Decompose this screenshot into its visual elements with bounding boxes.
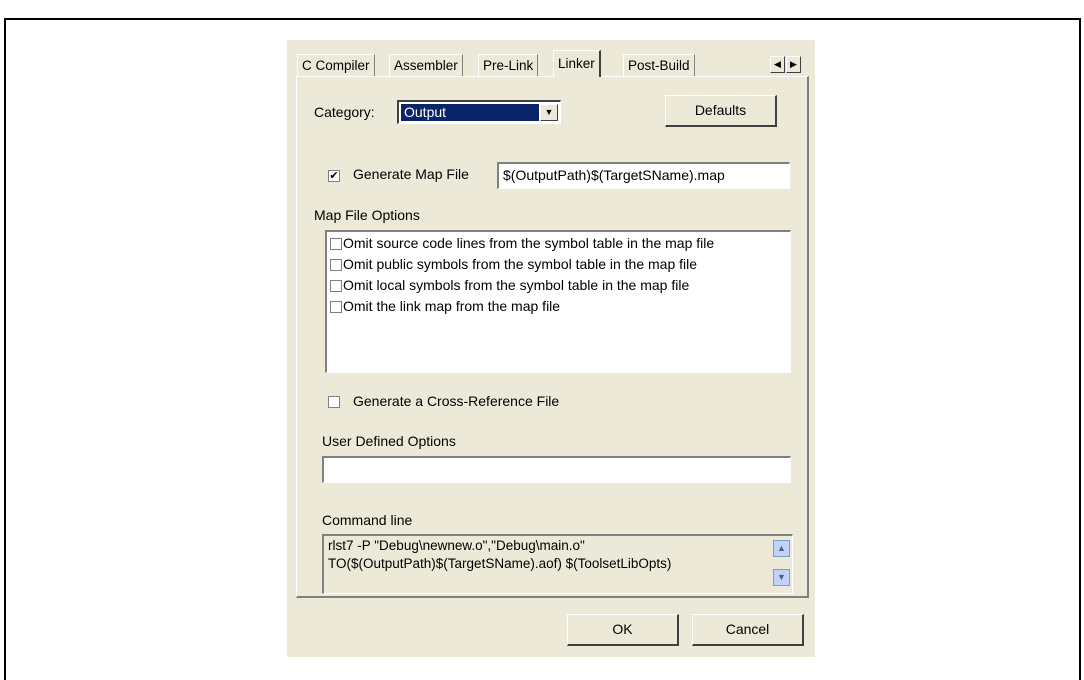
dropdown-arrow-button[interactable]: ▼ (540, 104, 558, 121)
chevron-down-icon: ▼ (777, 572, 786, 582)
map-file-path-input[interactable]: $(OutputPath)$(TargetSName).map (497, 162, 790, 189)
command-line-text-2: TO($(OutputPath)$(TargetSName).aof) $(To… (328, 556, 672, 571)
tab-pre-link[interactable]: Pre-Link (478, 54, 539, 76)
tab-post-build[interactable]: Post-Build (623, 54, 695, 76)
user-defined-options-label: User Defined Options (322, 433, 456, 449)
chevron-down-icon: ▼ (544, 107, 554, 117)
cross-reference-checkbox[interactable] (328, 396, 340, 408)
map-file-options-list: Omit source code lines from the symbol t… (325, 230, 791, 373)
defaults-button[interactable]: Defaults (665, 95, 777, 127)
tab-scroll-left-button[interactable]: ◀ (770, 56, 785, 73)
checkbox[interactable] (330, 301, 342, 313)
command-line-box: rlst7 -P "Debug\newnew.o","Debug\main.o"… (322, 534, 793, 594)
triangle-right-icon: ▶ (790, 59, 797, 69)
list-item-label: Omit the link map from the map file (343, 298, 561, 314)
tab-assembler[interactable]: Assembler (389, 54, 463, 76)
linker-options-dialog: C Compiler Assembler Pre-Link Linker Pos… (287, 40, 815, 657)
triangle-left-icon: ◀ (774, 59, 781, 69)
ok-button[interactable]: OK (567, 614, 679, 646)
command-line-text-1: rlst7 -P "Debug\newnew.o","Debug\main.o" (328, 538, 585, 553)
scroll-down-button[interactable]: ▼ (773, 569, 790, 586)
generate-map-checkbox[interactable]: ✔ (328, 170, 340, 182)
checkmark-icon: ✔ (329, 170, 339, 182)
checkbox[interactable] (330, 280, 342, 292)
checkbox[interactable] (330, 238, 342, 250)
generate-map-label: Generate Map File (353, 166, 469, 182)
command-line-label: Command line (322, 512, 413, 528)
category-select[interactable]: Output ▼ (397, 100, 561, 124)
chevron-up-icon: ▲ (777, 543, 786, 553)
list-item-label: Omit source code lines from the symbol t… (343, 235, 715, 251)
user-defined-options-input[interactable] (322, 456, 791, 483)
tab-linker[interactable]: Linker (553, 50, 601, 77)
cross-reference-label: Generate a Cross-Reference File (353, 393, 560, 409)
checkbox[interactable] (330, 259, 342, 271)
category-label: Category: (314, 104, 375, 120)
scroll-up-button[interactable]: ▲ (773, 540, 790, 557)
list-item-label: Omit local symbols from the symbol table… (343, 277, 690, 293)
list-item-label: Omit public symbols from the symbol tabl… (343, 256, 698, 272)
cancel-button[interactable]: Cancel (692, 614, 804, 646)
tab-c-compiler[interactable]: C Compiler (297, 54, 375, 76)
tab-scroll-right-button[interactable]: ▶ (786, 56, 801, 73)
category-value: Output (401, 104, 539, 121)
map-file-options-label: Map File Options (314, 207, 420, 223)
